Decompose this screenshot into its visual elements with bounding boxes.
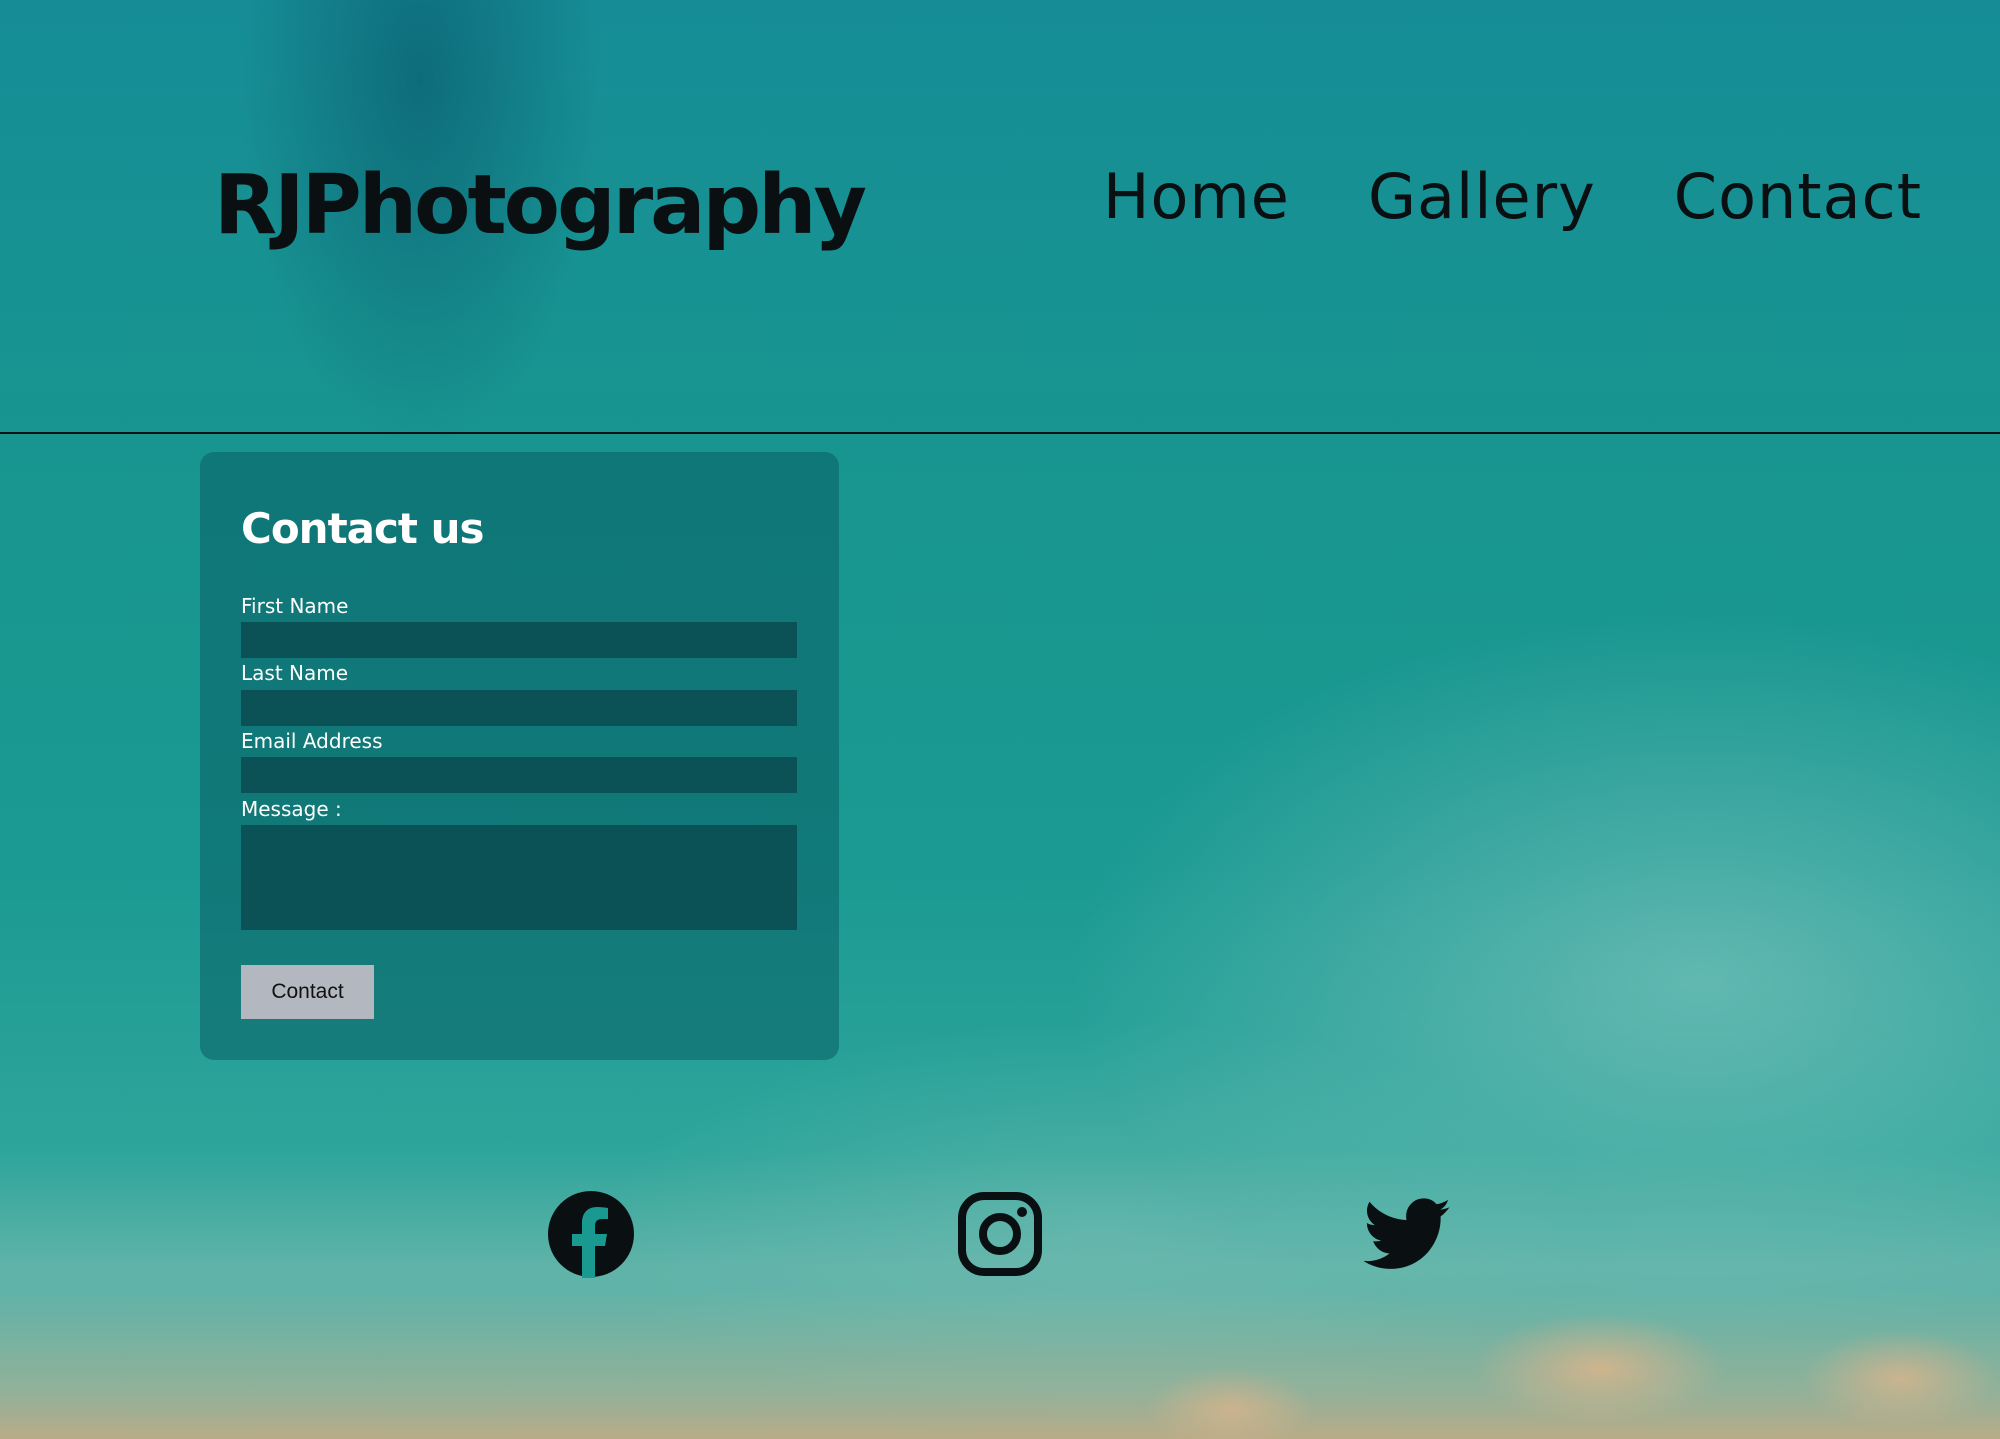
last-name-input[interactable] bbox=[241, 690, 797, 726]
email-address-label: Email Address bbox=[241, 729, 383, 753]
contact-form-panel: Contact us First Name Last Name Email Ad… bbox=[200, 452, 839, 1060]
message-textarea[interactable] bbox=[241, 825, 797, 930]
facebook-link[interactable] bbox=[547, 1190, 635, 1278]
site-header: RJPhotography Home Gallery Contact bbox=[0, 0, 2000, 434]
last-name-label: Last Name bbox=[241, 661, 349, 685]
main-nav: Home Gallery Contact bbox=[1103, 160, 1922, 233]
instagram-icon bbox=[958, 1192, 1042, 1276]
twitter-icon bbox=[1364, 1198, 1451, 1269]
email-address-input[interactable] bbox=[241, 757, 797, 793]
first-name-label: First Name bbox=[241, 594, 349, 618]
message-label: Message : bbox=[241, 797, 342, 821]
instagram-link[interactable] bbox=[956, 1190, 1044, 1278]
nav-gallery-link[interactable]: Gallery bbox=[1368, 160, 1596, 233]
first-name-input[interactable] bbox=[241, 622, 797, 658]
contact-submit-button[interactable]: Contact bbox=[241, 965, 374, 1019]
nav-contact-link[interactable]: Contact bbox=[1674, 160, 1922, 233]
twitter-link[interactable] bbox=[1364, 1190, 1452, 1278]
nav-home-link[interactable]: Home bbox=[1103, 160, 1290, 233]
facebook-icon bbox=[548, 1191, 634, 1278]
beach-sand-background bbox=[0, 1289, 2000, 1439]
site-logo: RJPhotography bbox=[214, 158, 867, 253]
contact-form-title: Contact us bbox=[241, 504, 484, 553]
